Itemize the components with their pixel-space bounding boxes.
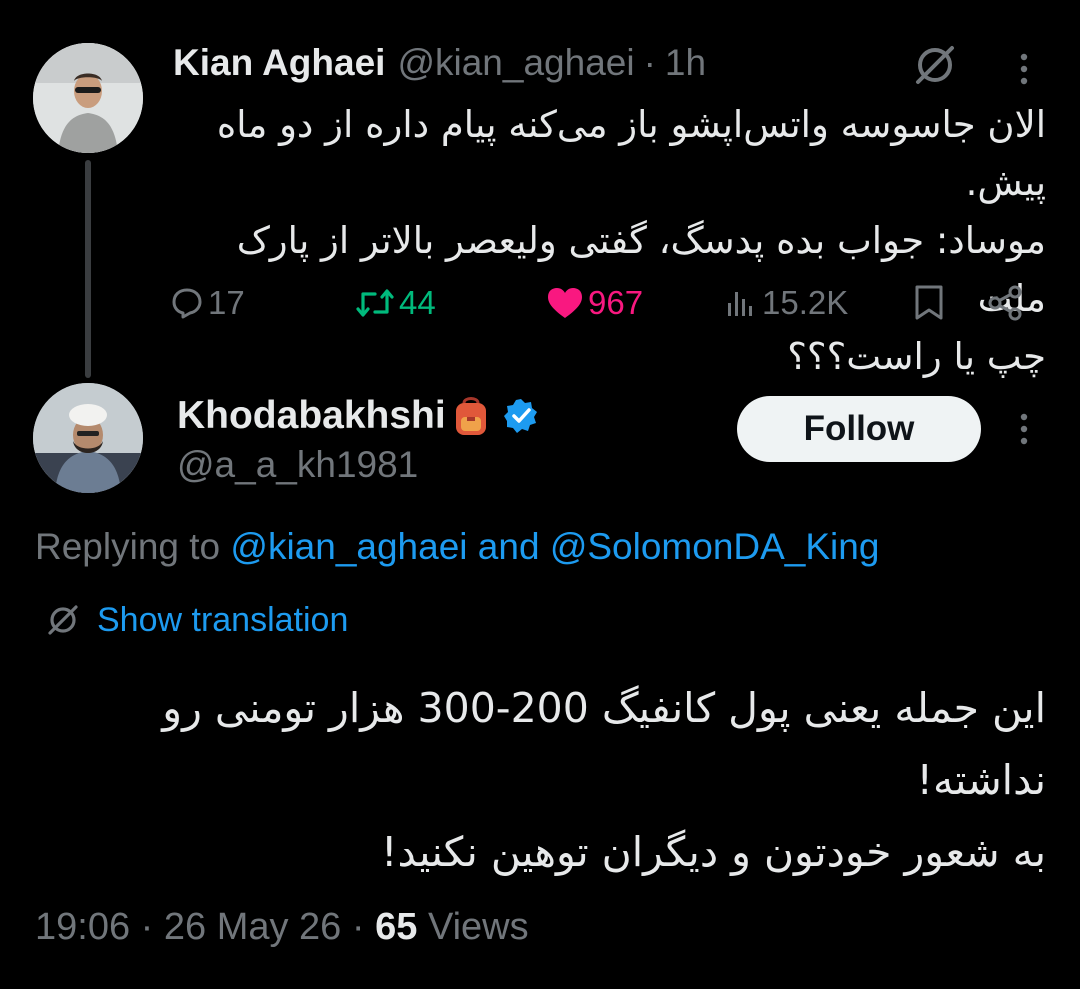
reply-icon (172, 288, 202, 319)
thread-connector-line (85, 160, 91, 378)
tweet-views-label: Views (417, 906, 529, 948)
share-button[interactable] (985, 278, 1025, 328)
parent-tweet-text: الان جاسوسه واتس‌اپشو باز می‌کنه پیام دا… (216, 103, 1046, 378)
replying-and: and (467, 526, 550, 567)
verified-badge-icon[interactable] (502, 397, 540, 435)
show-translation-label: Show translation (97, 600, 349, 639)
like-count: 967 (588, 284, 644, 321)
meta-separator: · (130, 906, 164, 948)
show-translation-button[interactable]: Show translation (45, 597, 348, 643)
replying-prefix: Replying to (35, 526, 231, 567)
translate-icon (48, 605, 78, 635)
bookmark-icon (915, 285, 943, 320)
views-count: 15.2K (762, 284, 849, 321)
retweet-button[interactable]: 44 (355, 278, 436, 328)
views-button[interactable]: 15.2K (724, 278, 848, 328)
reply-author-row: Khodabakhshi (177, 390, 540, 442)
tweet-time[interactable]: 19:06 (35, 906, 130, 948)
grok-icon[interactable] (912, 42, 958, 88)
avatar-khodabakhshi[interactable] (33, 383, 143, 493)
replying-to-line: Replying to @kian_aghaei and @SolomonDA_… (35, 526, 879, 568)
reply-author-name[interactable]: Khodabakhshi (177, 394, 446, 438)
meta-separator: · (341, 906, 376, 948)
views-bar-chart-icon (728, 292, 752, 316)
retweet-icon (356, 289, 394, 317)
separator-dot: · (643, 42, 656, 83)
replying-user-link[interactable]: @kian_aghaei (230, 526, 467, 567)
share-icon (988, 285, 1022, 321)
reply-author-handle[interactable]: @a_a_kh1981 (177, 444, 418, 486)
avatar-kian-aghaei[interactable] (33, 43, 143, 153)
more-icon[interactable] (1012, 48, 1036, 90)
parent-tweet-header: Kian Aghaei @kian_aghaei · 1h (173, 38, 706, 88)
like-button[interactable]: 967 (546, 278, 643, 328)
heart-filled-icon (548, 288, 582, 318)
tweet-views-count: 65 (375, 906, 418, 948)
tweet-meta: 19:06 · 26 May 26 · 65 Views (35, 906, 529, 949)
tweet-date[interactable]: 26 May 26 (164, 906, 341, 948)
backpack-emoji (455, 397, 486, 435)
follow-button[interactable]: Follow (737, 396, 981, 462)
parent-tweet-actions: 17 44 967 15.2K (0, 278, 1080, 328)
reply-tweet-text: این جمله یعنی پول کانفیگ 200-300 هزار تو… (162, 684, 1046, 876)
more-icon[interactable] (1012, 408, 1036, 450)
author-name[interactable]: Kian Aghaei (173, 42, 385, 84)
bookmark-button[interactable] (912, 278, 946, 328)
author-handle[interactable]: @kian_aghaei (397, 42, 634, 84)
tweet-time[interactable]: 1h (665, 42, 706, 84)
retweet-count: 44 (399, 284, 436, 321)
replying-user-link[interactable]: @SolomonDA_King (550, 526, 880, 567)
reply-count: 17 (208, 284, 245, 321)
reply-button[interactable]: 17 (170, 278, 245, 328)
